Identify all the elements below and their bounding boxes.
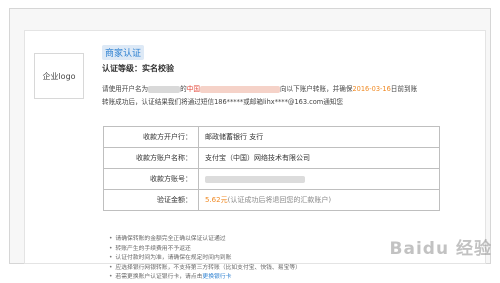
table-row: 验证金额： 5.62元(认证成功后将退回您的汇款账户)	[103, 189, 440, 211]
masked-account-name	[148, 85, 181, 93]
note-item: 应选择银行网银转账，不支持第三方转账（比如支付宝、快钱、易宝等）	[109, 264, 469, 274]
masked-bank-detail	[199, 85, 280, 93]
row-value: 支付宝（中国）网络技术有限公司	[198, 147, 440, 169]
notice-text: 的	[180, 85, 187, 93]
certification-level: 认证等级：实名校验	[102, 63, 174, 74]
row-value: 邮政储蓄银行 支行	[198, 126, 440, 148]
change-bank-card-link[interactable]: 更换银行卡	[202, 274, 231, 280]
verify-amount: 5.62元	[205, 196, 228, 204]
row-key: 收款方开户行：	[103, 126, 199, 148]
payee-info-table: 收款方开户行： 邮政储蓄银行 支行 收款方账户名称： 支付宝（中国）网络技术有限…	[103, 126, 440, 211]
row-key: 收款方账号：	[103, 168, 199, 190]
cert-level-value: 实名校验	[142, 64, 174, 73]
notice-text: 日前到账	[390, 85, 418, 93]
table-row: 收款方账户名称： 支付宝（中国）网络技术有限公司	[103, 147, 440, 169]
payee-bank-value: 邮政储蓄银行 支行	[205, 133, 264, 141]
company-logo-placeholder: 企业logo	[34, 53, 84, 99]
page-frame: 企业logo 商家认证 认证等级：实名校验 请使用开户名为 的中国 向以下账户转账，…	[9, 8, 491, 280]
verify-amount-note: (认证成功后将退回您的汇款账户)	[227, 196, 332, 204]
row-value	[198, 168, 440, 190]
payee-name-value: 支付宝（中国）网络技术有限公司	[205, 154, 310, 162]
notice-text: 请使用开户名为	[102, 85, 149, 93]
note-text: 若需更换账户认证银行卡，请点击	[115, 274, 203, 280]
table-row: 收款方开户行： 邮政储蓄银行 支行	[103, 126, 440, 148]
verification-card: 企业logo 商家认证 认证等级：实名校验 请使用开户名为 的中国 向以下账户转账，…	[24, 30, 486, 280]
cert-level-label: 认证等级：	[102, 64, 142, 73]
deadline-date: 2016-03-16	[352, 85, 391, 93]
baidu-jingyan-watermark: Baidu 经验	[389, 239, 492, 259]
bank-name: 中国	[186, 85, 200, 93]
company-name: 商家认证	[102, 45, 145, 60]
row-key: 收款方账户名称：	[103, 147, 199, 169]
notice-text: 向以下账户转账，并确保	[279, 85, 353, 93]
row-value: 5.62元(认证成功后将退回您的汇款账户)	[198, 189, 440, 211]
row-key: 验证金额：	[103, 189, 199, 211]
notice-line-2: 转账成功后，认证结果我们将通过短信186*****或邮箱lihx****@163…	[102, 98, 344, 106]
table-row: 收款方账号：	[103, 168, 440, 190]
note-item: 若需更换账户认证银行卡，请点击更换银行卡	[109, 273, 469, 283]
masked-account-number	[205, 175, 305, 183]
transfer-notice: 请使用开户名为 的中国 向以下账户转账，并确保2016-03-16日前到账 转账成功…	[102, 83, 480, 109]
